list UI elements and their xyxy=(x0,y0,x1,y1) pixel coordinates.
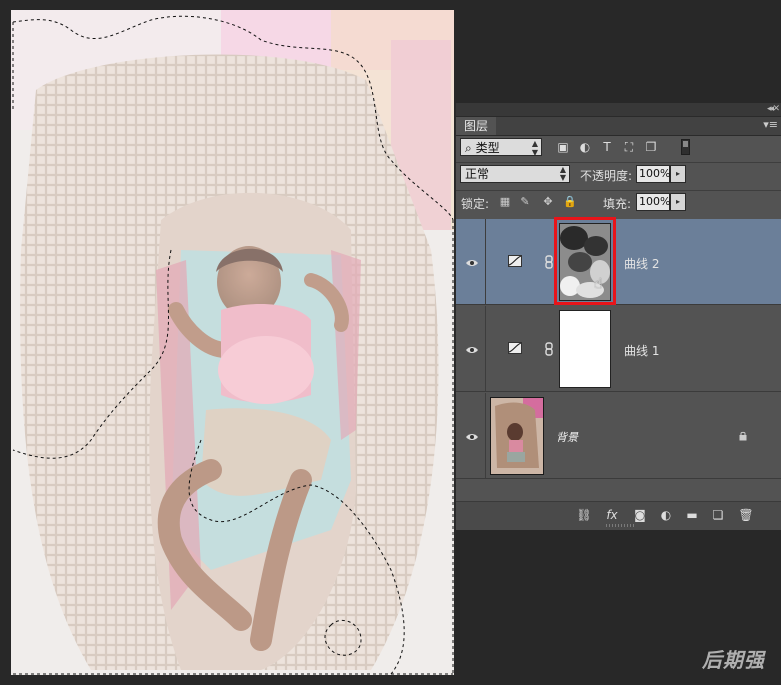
fill-dropdown-button[interactable]: ▸ xyxy=(670,193,686,211)
opacity-label: 不透明度: xyxy=(580,169,633,183)
opacity-dropdown-button[interactable]: ▸ xyxy=(670,165,686,183)
eye-icon[interactable] xyxy=(466,259,478,267)
blend-mode-value: 正常 xyxy=(465,167,490,181)
close-panel-icon[interactable]: ✕ xyxy=(772,103,780,116)
fill-input[interactable]: 100% xyxy=(636,193,670,211)
layer-name[interactable]: 背景 xyxy=(556,429,578,445)
tab-layers[interactable]: 图层 xyxy=(456,117,496,135)
add-mask-icon[interactable]: ◙ xyxy=(632,508,648,522)
fx-icon[interactable]: fx xyxy=(604,508,620,522)
filter-kind-select[interactable]: ⌕ 类型 ▲ ▼ xyxy=(460,138,542,157)
lock-label: 锁定: xyxy=(461,197,490,211)
group-folder-icon[interactable]: ▬ xyxy=(684,508,700,522)
watermark: 后期强 xyxy=(702,648,765,672)
lock-all-icon[interactable]: 🔒 xyxy=(563,195,577,209)
filter-kind-value: 类型 xyxy=(475,141,500,155)
visibility-cell[interactable] xyxy=(456,393,486,478)
trash-icon[interactable]: 🗑 xyxy=(738,508,754,522)
search-icon: ⌕ xyxy=(465,141,472,155)
background-thumbnail[interactable] xyxy=(490,397,544,475)
lock-icon xyxy=(739,431,747,441)
layer-row-curves-1[interactable]: 曲线 1 xyxy=(456,306,781,392)
chevron-updown-icon: ▲ ▼ xyxy=(531,139,538,157)
filter-toggle-switch[interactable] xyxy=(681,139,690,155)
adjustment-filter-icon[interactable]: ◐ xyxy=(578,140,592,154)
layers-list: ☝ 曲线 2 曲线 1 背景 xyxy=(456,217,781,491)
layer-name[interactable]: 曲线 1 xyxy=(624,342,659,359)
chevron-updown-icon: ▲ ▼ xyxy=(559,165,566,182)
shape-filter-icon[interactable]: ⛶ xyxy=(622,140,636,154)
panel-bottom-toolbar: ⛓ fx ◙ ◐ ▬ ❏ 🗑 xyxy=(456,501,781,530)
visibility-cell[interactable] xyxy=(456,219,486,304)
blend-row: 正常 ▲ ▼ 不透明度: 100% ▸ xyxy=(456,163,781,189)
filter-row: ⌕ 类型 ▲ ▼ ▣ ◐ T ⛶ ❐ xyxy=(456,136,781,162)
lock-row: 锁定: ▦ ✎ ✥ 🔒 填充: 100% ▸ xyxy=(456,191,781,217)
photo-illustration xyxy=(11,10,454,675)
fill-label: 填充: xyxy=(603,197,632,211)
opacity-input[interactable]: 100% xyxy=(636,165,670,183)
layers-panel: ◂◂ ✕ 图层 ▾≡ ⌕ 类型 ▲ ▼ ▣ ◐ T ⛶ ❐ 正常 ▲ ▼ 不透明度:… xyxy=(455,103,781,530)
chain-link-icon[interactable] xyxy=(545,342,553,356)
blend-mode-select[interactable]: 正常 ▲ ▼ xyxy=(460,165,570,183)
lock-move-icon[interactable]: ✥ xyxy=(541,195,555,209)
visibility-cell[interactable] xyxy=(456,306,486,391)
curves-adjustment-icon[interactable] xyxy=(508,342,522,354)
chain-link-icon[interactable] xyxy=(545,255,553,269)
eye-icon[interactable] xyxy=(466,433,478,441)
layer-mask-thumbnail[interactable] xyxy=(559,310,611,388)
smart-object-filter-icon[interactable]: ❐ xyxy=(644,140,658,154)
panel-tab-row: 图层 ▾≡ xyxy=(456,117,781,136)
new-layer-icon[interactable]: ❏ xyxy=(710,508,726,522)
lock-transparency-icon[interactable]: ▦ xyxy=(498,195,512,209)
layer-row-curves-2[interactable]: ☝ 曲线 2 xyxy=(456,217,781,305)
new-adjustment-icon[interactable]: ◐ xyxy=(658,508,674,522)
layer-row-background[interactable]: 背景 xyxy=(456,393,781,479)
type-filter-icon[interactable]: T xyxy=(600,140,614,154)
mask-highlight-box xyxy=(554,217,616,305)
background-photo-preview xyxy=(491,398,543,474)
canvas-photo[interactable] xyxy=(11,10,454,675)
pixel-filter-icon[interactable]: ▣ xyxy=(556,140,570,154)
collapse-panel-icon[interactable]: ◂◂ xyxy=(767,103,774,116)
layer-name[interactable]: 曲线 2 xyxy=(624,255,659,272)
resize-grip[interactable] xyxy=(606,524,636,527)
eye-icon[interactable] xyxy=(466,346,478,354)
panel-menu-icon[interactable]: ▾≡ xyxy=(763,118,778,131)
link-layers-icon[interactable]: ⛓ xyxy=(576,508,592,522)
panel-title-bar: ◂◂ ✕ xyxy=(456,103,781,117)
curves-adjustment-icon[interactable] xyxy=(508,255,522,267)
lock-brush-icon[interactable]: ✎ xyxy=(518,195,532,209)
